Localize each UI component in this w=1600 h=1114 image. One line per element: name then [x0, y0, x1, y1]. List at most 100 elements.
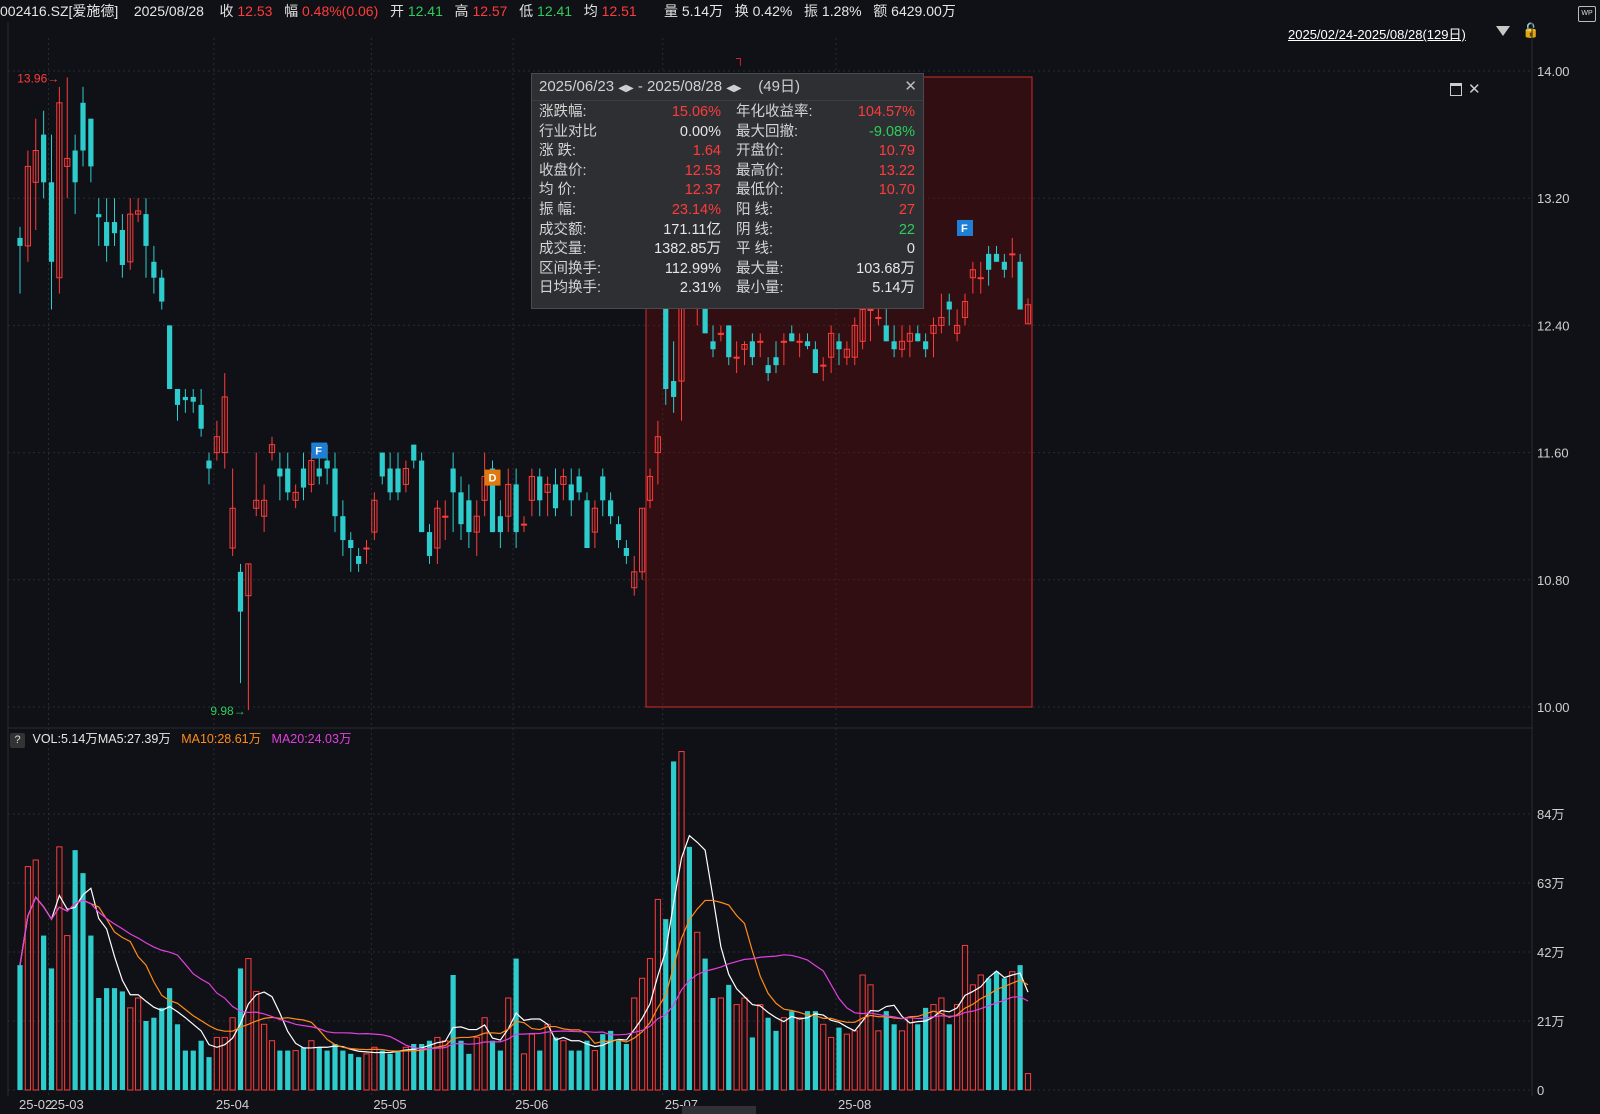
stat-value: 15.06% [671, 104, 721, 120]
stat-label: 阳 线: [736, 202, 774, 218]
month-label: 25-02 [19, 1097, 52, 1112]
interval-end[interactable]: 2025/08/28 [647, 78, 722, 95]
stat-value: 10.79 [878, 143, 915, 160]
min-price-label: 9.98→ [210, 704, 245, 718]
candle-body [986, 253, 992, 270]
candle-body [143, 214, 149, 246]
candle-body [789, 333, 795, 342]
volume-bar [104, 988, 110, 1090]
volume-bar [702, 958, 708, 1090]
volume-bar [836, 1027, 842, 1090]
candle-body [300, 468, 307, 488]
candle-body [1017, 261, 1023, 310]
candle-body [190, 396, 196, 402]
candle-body [923, 341, 929, 350]
stat-value: 0 [906, 241, 915, 258]
stat-label: 阴 线: [736, 221, 774, 238]
stat-label: 行业对比 [539, 123, 597, 140]
candle-body [1001, 261, 1007, 270]
stat-value: 112.99% [664, 260, 721, 277]
volume-bar [135, 997, 142, 1091]
candle-body [387, 468, 393, 493]
close-icon[interactable]: ✕ [1468, 80, 1481, 98]
volume-bar [402, 1046, 409, 1091]
ma5-value: MA5:27.39万 [97, 732, 171, 746]
volume-bar [229, 1017, 236, 1091]
stat-label: 年化收益率: [736, 104, 813, 120]
volume-bar [1024, 1073, 1032, 1091]
help-icon[interactable]: ? [10, 733, 25, 748]
candle-body [395, 468, 401, 493]
volume-bar [72, 850, 78, 1090]
price-tick: 12.40 [1537, 318, 1570, 333]
stat-label: 振 幅: [539, 202, 577, 218]
volume-bar [520, 1053, 528, 1091]
candle-body [497, 516, 503, 533]
candle-body [726, 325, 732, 358]
interval-days: (49日) [758, 78, 800, 95]
maximize-icon[interactable] [1450, 83, 1462, 96]
candle-body [379, 452, 385, 477]
candle-body [568, 484, 574, 501]
volume-bar [671, 761, 677, 1090]
interval-start[interactable]: 2025/06/23 [539, 78, 614, 95]
interval-sep: - [637, 78, 643, 95]
candle-body [104, 222, 110, 246]
stat-value: 22 [898, 221, 915, 238]
volume-bar [32, 859, 39, 1091]
volume-bar [741, 997, 748, 1091]
volume-bar [615, 1040, 622, 1090]
volume-bar [789, 1011, 795, 1090]
volume-bar [253, 990, 260, 1091]
candle-body [608, 500, 614, 517]
volume-bar [654, 898, 661, 1091]
candle-body [576, 476, 582, 493]
stat-label: 均 价: [539, 182, 577, 199]
volume-bar [261, 1023, 268, 1091]
volume-bar [576, 1050, 582, 1090]
month-label: 25-04 [216, 1097, 249, 1112]
volume-bar [379, 1050, 385, 1090]
candle-body [820, 364, 827, 367]
price-tick: 10.80 [1537, 573, 1570, 588]
volume-bar [505, 997, 512, 1091]
volume-bar [812, 1011, 818, 1090]
interval-start-stepper[interactable]: ◀▶ [618, 83, 633, 94]
stat-label: 涨跌幅: [539, 104, 587, 120]
ma10-value: MA10:28.61万 [181, 732, 262, 746]
volume-bar [591, 1050, 598, 1091]
volume-bar [64, 935, 71, 1091]
volume-bar [174, 1024, 181, 1090]
volume-bar [268, 1040, 276, 1091]
candle-body [111, 222, 118, 234]
stat-value: 171.11亿 [663, 221, 721, 238]
volume-bar [875, 1030, 882, 1091]
interval-end-stepper[interactable]: ◀▶ [726, 83, 741, 94]
volume-bar [324, 1050, 330, 1090]
volume-bar [568, 1050, 574, 1090]
candle-body [615, 524, 622, 541]
volume-bar [285, 1050, 291, 1090]
candle-body [198, 404, 204, 429]
volume-bar [473, 1036, 480, 1091]
volume-bar [159, 1007, 165, 1090]
volume-bar [88, 935, 94, 1090]
volume-bar [969, 984, 976, 1091]
volume-bar [1001, 978, 1007, 1090]
volume-bar [41, 935, 47, 1090]
candle-body [332, 468, 338, 517]
candle-body [41, 134, 47, 183]
candle-body [804, 341, 811, 347]
month-label: 25-03 [51, 1097, 84, 1112]
event-marker-text: F [315, 446, 322, 458]
volume-bar [80, 873, 86, 1090]
candle-body [17, 237, 23, 246]
close-icon[interactable]: ✕ [904, 77, 917, 95]
volume-bar [111, 988, 118, 1090]
stat-label: 收盘价: [539, 162, 587, 179]
volume-bar [891, 1024, 897, 1090]
candle-body [88, 118, 94, 167]
volume-bar [198, 1040, 204, 1090]
volume-bar [466, 1053, 472, 1090]
volume-bar [843, 1033, 850, 1091]
